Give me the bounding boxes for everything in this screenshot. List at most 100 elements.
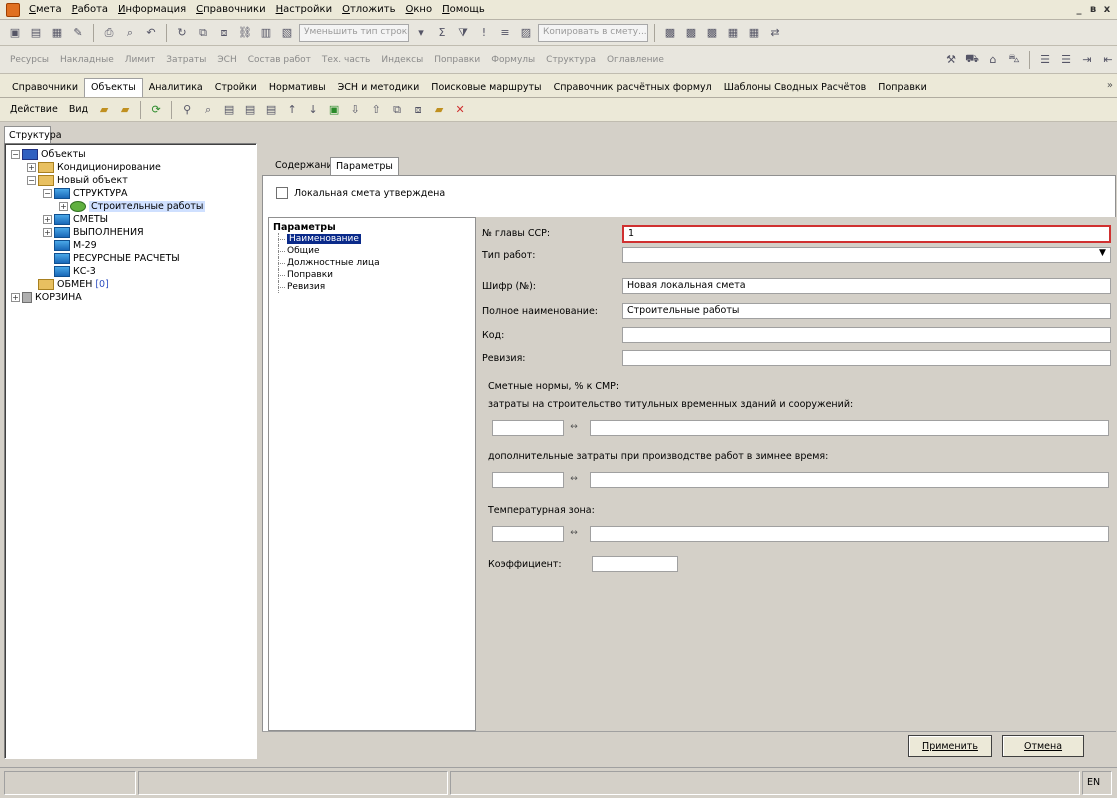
copy-icon[interactable]: ⧉ <box>194 24 212 42</box>
ssr-chapter-input[interactable]: 1 <box>622 225 1111 243</box>
menu-rabota[interactable]: Работа <box>67 4 113 15</box>
apply-button[interactable]: Применить <box>908 735 992 757</box>
param-item-corrections[interactable]: Поправки <box>273 269 475 281</box>
row-type-combo[interactable]: Уменьшить тип строки... <box>299 23 409 42</box>
collapse-icon[interactable]: − <box>27 176 36 185</box>
tb-work-composition[interactable]: Состав работ <box>244 55 315 65</box>
revision-input[interactable] <box>622 350 1111 366</box>
tb-limit[interactable]: Лимит <box>121 55 160 65</box>
tree-item-construction-works[interactable]: + Строительные работы <box>5 200 256 213</box>
tb-corrections[interactable]: Поправки <box>430 55 484 65</box>
param-item-general[interactable]: Общие <box>273 245 475 257</box>
tb-contents[interactable]: Оглавление <box>603 55 668 65</box>
doc-move-icon[interactable]: ▤ <box>262 101 280 119</box>
more-tabs-icon[interactable]: » <box>1103 80 1117 97</box>
temp-zone-value-input[interactable] <box>590 526 1109 542</box>
outdent-icon[interactable]: ⇤ <box>1099 51 1117 69</box>
view2-icon[interactable]: ▩ <box>682 24 700 42</box>
collapse-icon[interactable]: − <box>11 150 20 159</box>
temp-buildings-value-input[interactable] <box>590 420 1109 436</box>
cancel-button[interactable]: Отмена <box>1002 735 1084 757</box>
winter-norm-input[interactable] <box>492 472 564 488</box>
menu-settings[interactable]: Настройки <box>271 4 338 15</box>
winter-value-input[interactable] <box>590 472 1109 488</box>
tab-analytics[interactable]: Аналитика <box>143 79 209 97</box>
params-root[interactable]: Параметры <box>273 222 475 233</box>
expand-icon[interactable]: + <box>43 228 52 237</box>
calc-icon[interactable]: ▥ <box>257 24 275 42</box>
expand-icon[interactable]: + <box>59 202 68 211</box>
approved-checkbox[interactable] <box>276 187 288 199</box>
search-tree-icon[interactable]: ⌕ <box>199 101 217 119</box>
approved-checkbox-row[interactable]: Локальная смета утверждена <box>276 187 445 199</box>
expand-icon[interactable]: + <box>27 163 36 172</box>
tb-formulas[interactable]: Формулы <box>487 55 539 65</box>
work-type-select[interactable] <box>622 247 1111 263</box>
tree-item-objects[interactable]: − Объекты <box>5 148 256 161</box>
action-menu[interactable]: Действие <box>6 104 62 115</box>
structure-tab[interactable]: Структура <box>4 126 62 144</box>
tab-summary-templates[interactable]: Шаблоны Сводных Расчётов <box>718 79 873 97</box>
minimize-icon[interactable]: _ <box>1073 4 1085 16</box>
menu-smeta[interactable]: Смета <box>24 4 67 15</box>
doc-add-icon[interactable]: ▤ <box>220 101 238 119</box>
refresh-icon[interactable]: ↻ <box>173 24 191 42</box>
table-icon[interactable]: ▧ <box>278 24 296 42</box>
tab-formula-reference[interactable]: Справочник расчётных формул <box>548 79 718 97</box>
tree-item-structure[interactable]: − СТРУКТУРА <box>5 187 256 200</box>
split-icon[interactable]: ⧈ <box>409 101 427 119</box>
tree-item-estimates[interactable]: + СМЕТЫ <box>5 213 256 226</box>
delete-icon[interactable]: ✕ <box>451 101 469 119</box>
import-icon[interactable]: ⇩ <box>346 101 364 119</box>
align-left-icon[interactable]: ☰ <box>1036 51 1054 69</box>
export-icon[interactable]: ⇧ <box>367 101 385 119</box>
tree-item-exchange[interactable]: ОБМЕН [0] <box>5 278 256 291</box>
copy-to-estimate-combo[interactable]: Копировать в смету... <box>538 23 648 42</box>
dropdown-icon[interactable]: ▾ <box>412 24 430 42</box>
view-menu[interactable]: Вид <box>65 104 92 115</box>
car-icon[interactable]: ⛍ <box>1005 51 1023 69</box>
tool-a-icon[interactable]: ⚒ <box>942 51 960 69</box>
tree-item-executions[interactable]: + ВЫПОЛНЕНИЯ <box>5 226 256 239</box>
tb-tech-part[interactable]: Тех. часть <box>318 55 374 65</box>
move-down-icon[interactable]: ↓ <box>304 101 322 119</box>
tb-structure[interactable]: Структура <box>542 55 600 65</box>
merge-icon[interactable]: ⧉ <box>388 101 406 119</box>
code-input[interactable]: Новая локальная смета <box>622 278 1111 294</box>
param-item-revision[interactable]: Ревизия <box>273 281 475 293</box>
truck-icon[interactable]: ⛟ <box>963 51 981 69</box>
tb-resources[interactable]: Ресурсы <box>6 55 53 65</box>
folder-open-icon[interactable]: ▰ <box>116 101 134 119</box>
sum-icon[interactable]: Σ <box>433 24 451 42</box>
view5-icon[interactable]: ▦ <box>745 24 763 42</box>
close-icon[interactable]: x <box>1101 4 1113 16</box>
menu-references[interactable]: Справочники <box>191 4 271 15</box>
menu-info[interactable]: Информация <box>113 4 191 15</box>
temp-buildings-norm-input[interactable] <box>492 420 564 436</box>
tree-item-ks3[interactable]: КС-3 <box>5 265 256 278</box>
house-icon[interactable]: ⌂ <box>984 51 1002 69</box>
tab-parameters[interactable]: Параметры <box>330 157 399 175</box>
collapse-icon[interactable]: − <box>43 189 52 198</box>
align-center-icon[interactable]: ☰ <box>1057 51 1075 69</box>
info-icon[interactable]: ! <box>475 24 493 42</box>
arrows-icon[interactable]: ⇄ <box>766 24 784 42</box>
tb-esn[interactable]: ЭСН <box>213 55 240 65</box>
undo-icon[interactable]: ↶ <box>142 24 160 42</box>
param-item-officials[interactable]: Должностные лица <box>273 257 475 269</box>
tb-costs[interactable]: Затраты <box>162 55 210 65</box>
expand-icon[interactable]: + <box>43 215 52 224</box>
tree-item-resource-calcs[interactable]: РЕСУРСНЫЕ РАСЧЕТЫ <box>5 252 256 265</box>
move-up-icon[interactable]: ↑ <box>283 101 301 119</box>
folder-yellow-icon[interactable]: ▰ <box>430 101 448 119</box>
add-object-icon[interactable]: ▣ <box>325 101 343 119</box>
filter-icon[interactable]: ⧩ <box>454 24 472 42</box>
temp-zone-input[interactable] <box>492 526 564 542</box>
open-icon[interactable]: ▤ <box>27 24 45 42</box>
search-icon[interactable]: ⌕ <box>121 24 139 42</box>
arrows-icon[interactable]: ↔ <box>566 474 582 484</box>
paste-icon[interactable]: ⧈ <box>215 24 233 42</box>
tab-search-routes[interactable]: Поисковые маршруты <box>425 79 547 97</box>
tab-corrections[interactable]: Поправки <box>872 79 933 97</box>
tab-esn-methods[interactable]: ЭСН и методики <box>332 79 426 97</box>
